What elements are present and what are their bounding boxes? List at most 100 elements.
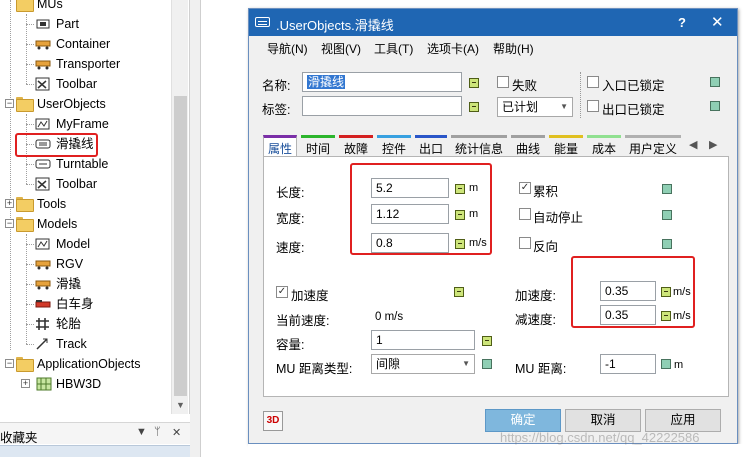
tree-node-models[interactable]: − Models bbox=[0, 214, 170, 234]
accumulating-checkbox[interactable]: ✓ bbox=[519, 182, 531, 194]
inheritance-icon[interactable] bbox=[662, 239, 672, 249]
expand-icon[interactable]: + bbox=[21, 379, 30, 388]
collapse-icon[interactable]: − bbox=[5, 219, 14, 228]
tab-statistics[interactable]: 统计信息 bbox=[451, 135, 507, 157]
menu-navigate[interactable]: 导航(N) bbox=[267, 40, 308, 57]
tag-field[interactable] bbox=[302, 96, 462, 116]
tree-node-track[interactable]: Track bbox=[0, 334, 170, 354]
entry-locked-checkbox[interactable] bbox=[587, 76, 599, 88]
menu-tools[interactable]: 工具(T) bbox=[374, 40, 413, 57]
length-field[interactable]: 5.2 bbox=[371, 178, 449, 198]
tab-exit[interactable]: 出口 bbox=[415, 135, 447, 157]
inheritance-icon[interactable] bbox=[469, 78, 479, 88]
tab-attributes[interactable]: 属性 bbox=[263, 135, 297, 157]
tab-scroll-right-icon[interactable]: ▶ bbox=[709, 138, 717, 151]
inheritance-icon[interactable] bbox=[455, 184, 465, 194]
tree-node-applicationobjects[interactable]: − ApplicationObjects bbox=[0, 354, 170, 374]
tree-node-rgv[interactable]: RGV bbox=[0, 254, 170, 274]
tree-node-mus[interactable]: MUs bbox=[0, 0, 170, 14]
tree-node-hbw3d[interactable]: + HBW3D bbox=[0, 374, 170, 394]
menu-help[interactable]: 帮助(H) bbox=[493, 40, 534, 57]
menu-tabs[interactable]: 选项卡(A) bbox=[427, 40, 479, 57]
tree-node-part[interactable]: Part bbox=[0, 14, 170, 34]
tree-node-model[interactable]: Model bbox=[0, 234, 170, 254]
collapse-icon[interactable]: − bbox=[5, 359, 14, 368]
inheritance-icon[interactable] bbox=[662, 184, 672, 194]
tree-node-toolbar[interactable]: Toolbar bbox=[0, 74, 170, 94]
inheritance-icon[interactable] bbox=[482, 359, 492, 369]
length-label: 长度: bbox=[276, 186, 305, 200]
tree-node-tools[interactable]: + Tools bbox=[0, 194, 170, 214]
tree-node-label: Tools bbox=[37, 197, 67, 211]
tab-failures[interactable]: 故障 bbox=[339, 135, 373, 157]
tree-node-userobjects[interactable]: − UserObjects bbox=[0, 94, 170, 114]
tree-node-skid[interactable]: 滑撬 bbox=[0, 274, 170, 294]
tab-times[interactable]: 时间 bbox=[301, 135, 335, 157]
expand-icon[interactable]: + bbox=[5, 199, 14, 208]
auto-stop-checkbox[interactable] bbox=[519, 208, 531, 220]
reverse-label: 反向 bbox=[533, 240, 559, 254]
menu-view[interactable]: 视图(V) bbox=[321, 40, 361, 57]
accel-field[interactable]: 0.35 bbox=[600, 281, 656, 301]
collapse-icon[interactable]: − bbox=[5, 99, 14, 108]
close-icon[interactable]: ✕ bbox=[172, 426, 181, 439]
divider bbox=[580, 72, 581, 118]
name-field[interactable]: 滑撬线 bbox=[302, 72, 462, 92]
inheritance-icon[interactable] bbox=[661, 311, 671, 321]
capacity-field[interactable]: 1 bbox=[371, 330, 475, 350]
container-icon bbox=[35, 280, 51, 290]
close-button[interactable]: ✕ bbox=[711, 13, 724, 31]
inheritance-icon[interactable] bbox=[482, 336, 492, 346]
scroll-down-arrow-icon[interactable]: ▼ bbox=[172, 397, 189, 414]
tab-user-defined[interactable]: 用户定义 bbox=[625, 135, 681, 157]
tree-node-skid-line[interactable]: 滑撬线 bbox=[0, 134, 170, 154]
inheritance-icon[interactable] bbox=[662, 210, 672, 220]
tree-node-toolbar-2[interactable]: Toolbar bbox=[0, 174, 170, 194]
reverse-checkbox[interactable] bbox=[519, 237, 531, 249]
inheritance-icon[interactable] bbox=[469, 102, 479, 112]
ok-button[interactable]: 确定 bbox=[485, 409, 561, 432]
dialog-titlebar[interactable]: .UserObjects.滑撬线 ? ✕ bbox=[249, 9, 737, 36]
tree-node-body-in-white[interactable]: 白车身 bbox=[0, 294, 170, 314]
inheritance-icon[interactable] bbox=[710, 101, 720, 111]
dropdown-icon[interactable]: ▼ bbox=[136, 426, 147, 438]
planned-select[interactable]: 已计划 ▼ bbox=[497, 97, 573, 117]
tab-label: 成本 bbox=[591, 142, 616, 156]
inheritance-icon[interactable] bbox=[454, 287, 464, 297]
apply-button[interactable]: 应用 bbox=[645, 409, 721, 432]
favorites-panel-header: 收藏夹 ▼ ᛘ ✕ bbox=[0, 422, 190, 445]
decel-field[interactable]: 0.35 bbox=[600, 305, 656, 325]
inheritance-icon[interactable] bbox=[455, 210, 465, 220]
pin-icon[interactable]: ᛘ bbox=[154, 426, 161, 438]
tab-curves[interactable]: 曲线 bbox=[511, 135, 545, 157]
mu-distance-type-select[interactable]: 间隙 ▼ bbox=[371, 354, 475, 374]
3d-button[interactable]: 3D bbox=[263, 411, 283, 431]
help-button[interactable]: ? bbox=[678, 15, 686, 30]
tree-node-turntable[interactable]: Turntable bbox=[0, 154, 170, 174]
failed-checkbox[interactable] bbox=[497, 76, 509, 88]
speed-field[interactable]: 0.8 bbox=[371, 233, 449, 253]
inheritance-icon[interactable] bbox=[455, 239, 465, 249]
tab-scroll-left-icon[interactable]: ◀ bbox=[689, 138, 697, 151]
failed-label: 失败 bbox=[512, 79, 538, 93]
width-field[interactable]: 1.12 bbox=[371, 204, 449, 224]
tree-node-container[interactable]: Container bbox=[0, 34, 170, 54]
chevron-down-icon: ▼ bbox=[560, 102, 568, 111]
inheritance-icon[interactable] bbox=[710, 77, 720, 87]
exit-locked-checkbox[interactable] bbox=[587, 100, 599, 112]
tree-node-myframe[interactable]: MyFrame bbox=[0, 114, 170, 134]
dialog-title: .UserObjects.滑撬线 bbox=[276, 18, 394, 33]
favorites-title: 收藏夹 bbox=[0, 431, 38, 445]
tree-scrollbar[interactable]: ▼ bbox=[171, 0, 188, 414]
tab-cost[interactable]: 成本 bbox=[587, 135, 621, 157]
tree-node-transporter[interactable]: Transporter bbox=[0, 54, 170, 74]
tree-node-tire[interactable]: 轮胎 bbox=[0, 314, 170, 334]
tab-energy[interactable]: 能量 bbox=[549, 135, 583, 157]
acceleration-checkbox[interactable]: ✓ bbox=[276, 286, 288, 298]
inheritance-icon[interactable] bbox=[661, 359, 671, 369]
scrollbar-thumb[interactable] bbox=[174, 96, 187, 396]
mu-distance-field[interactable]: -1 bbox=[600, 354, 656, 374]
tab-controls[interactable]: 控件 bbox=[377, 135, 411, 157]
inheritance-icon[interactable] bbox=[661, 287, 671, 297]
cancel-button[interactable]: 取消 bbox=[565, 409, 641, 432]
